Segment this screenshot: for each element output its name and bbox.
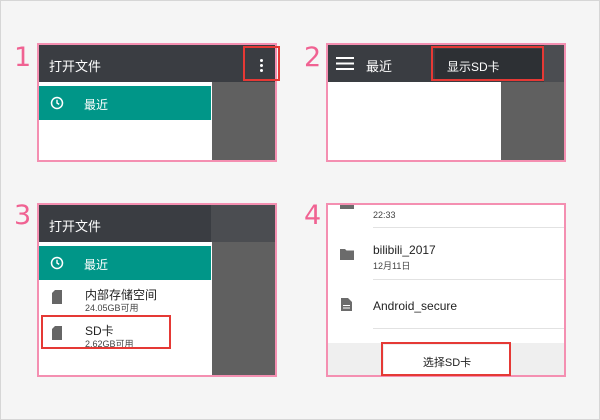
appbar-overlay — [211, 205, 275, 242]
drawer-item-internal-storage[interactable]: 内部存储空间 24.05GB可用 — [39, 283, 211, 315]
divider — [373, 227, 564, 228]
divider — [373, 279, 564, 280]
scrim-area — [212, 242, 275, 375]
drawer-item-subtitle: 24.05GB可用 — [85, 303, 139, 313]
app-bar: 打开文件 — [39, 205, 211, 242]
drawer-item-label: 最近 — [84, 98, 109, 112]
step-number-2: 2 — [304, 42, 322, 73]
list-item-folder[interactable]: bilibili_2017 12月11日 — [328, 233, 564, 277]
drawer-item-label: 最近 — [84, 258, 109, 272]
hamburger-menu-icon[interactable] — [336, 57, 354, 70]
folder-icon — [340, 249, 354, 260]
list-item-file[interactable]: Android_secure — [328, 283, 564, 327]
list-item-subtitle: 22:33 — [373, 210, 396, 220]
list-item-title: bilibili_2017 — [373, 243, 436, 257]
step-number-3: 3 — [14, 200, 32, 231]
panel-step-1: 打开文件 最近 — [37, 43, 277, 162]
app-bar: 打开文件 — [39, 45, 275, 82]
panel-step-3: 打开文件 最近 内部存储空间 24.05GB可用 SD卡 2.62GB可用 — [37, 203, 277, 377]
sd-card-icon — [52, 290, 62, 304]
clock-icon — [50, 96, 64, 110]
folder-icon — [340, 205, 354, 209]
app-title: 打开文件 — [49, 59, 102, 74]
drawer-item-recent[interactable]: 最近 — [39, 86, 211, 120]
app-title: 最近 — [366, 59, 393, 74]
file-icon — [341, 298, 352, 311]
scrim-area — [501, 82, 564, 160]
drawer-item-recent[interactable]: 最近 — [39, 246, 211, 280]
list-item-subtitle: 12月11日 — [373, 261, 411, 271]
highlight-show-sd-card — [431, 46, 544, 81]
appbar-overlay — [544, 45, 564, 82]
clock-icon — [50, 256, 64, 270]
step-number-4: 4 — [304, 200, 322, 231]
highlight-sd-card — [41, 315, 171, 349]
divider — [373, 328, 564, 329]
step-number-1: 1 — [14, 42, 32, 73]
app-title: 打开文件 — [49, 219, 102, 234]
highlight-select-sd-card — [381, 342, 511, 376]
scrim-area — [212, 82, 275, 160]
list-item-title: Android_secure — [373, 299, 458, 313]
highlight-overflow-menu — [243, 46, 280, 81]
